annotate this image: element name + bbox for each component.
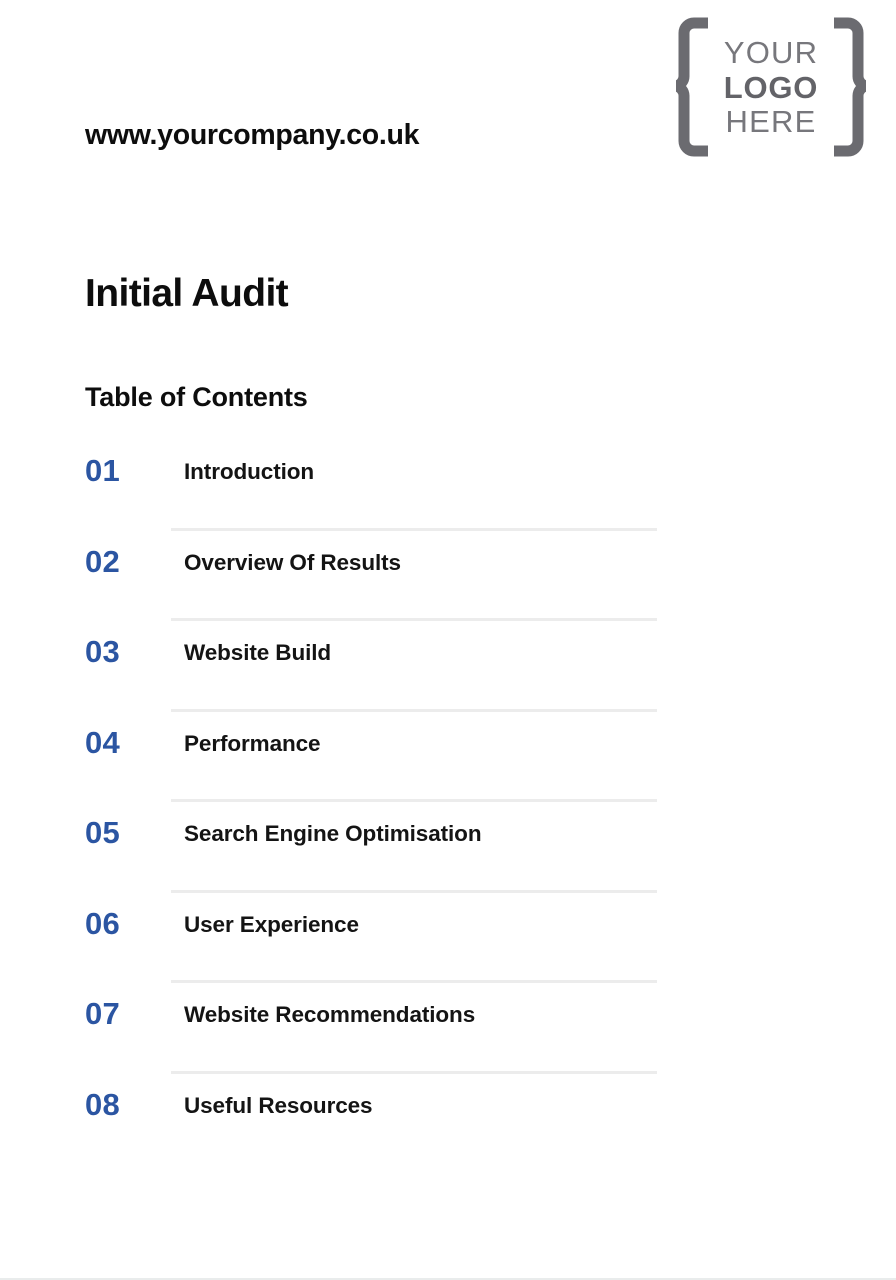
logo-placeholder: YOUR LOGO HERE [676, 17, 866, 157]
toc-entry-03[interactable]: 03 Website Build [0, 621, 896, 712]
toc-entry-number: 02 [85, 543, 120, 579]
table-of-contents: 01 Introduction 02 Overview Of Results 0… [0, 440, 896, 1164]
toc-entry-label: Website Build [184, 640, 332, 665]
toc-entry-06[interactable]: 06 User Experience [0, 893, 896, 983]
toc-entry-label: User Experience [184, 911, 359, 937]
toc-entry-number: 06 [85, 905, 120, 941]
toc-entry-05[interactable]: 05 Search Engine Optimisation [0, 802, 896, 893]
toc-entry-number: 07 [85, 996, 120, 1031]
toc-entry-label: Introduction [184, 459, 315, 484]
toc-entry-number: 05 [85, 815, 120, 850]
toc-entry-04[interactable]: 04 Performance [0, 712, 896, 802]
toc-entry-number: 03 [85, 634, 120, 669]
page-title: Initial Audit [85, 272, 289, 315]
table-of-contents-heading: Table of Contents [85, 382, 308, 412]
toc-entry-label: Overview Of Results [184, 549, 401, 575]
toc-entry-08[interactable]: 08 Useful Resources [0, 1074, 896, 1165]
logo-text-block: YOUR LOGO HERE [710, 23, 832, 151]
page-header: www.yourcompany.co.uk YOUR LOGO HERE [0, 0, 896, 190]
logo-line-your: YOUR [723, 35, 819, 70]
toc-entry-label: Performance [184, 730, 321, 756]
toc-entry-label: Search Engine Optimisation [184, 821, 482, 846]
toc-entry-number: 01 [85, 453, 120, 488]
toc-entry-label: Useful Resources [184, 1092, 373, 1118]
right-brace-icon [834, 17, 866, 157]
document-page: www.yourcompany.co.uk YOUR LOGO HERE Ini… [0, 0, 896, 1280]
site-url-text: www.yourcompany.co.uk [85, 119, 420, 151]
toc-entry-02[interactable]: 02 Overview Of Results [0, 531, 896, 621]
left-brace-icon [676, 17, 708, 157]
toc-entry-01[interactable]: 01 Introduction [0, 440, 896, 531]
toc-entry-number: 04 [85, 724, 120, 760]
toc-entry-label: Website Recommendations [184, 1002, 476, 1027]
logo-line-here: HERE [725, 104, 817, 139]
toc-entry-number: 08 [85, 1086, 120, 1122]
logo-line-logo: LOGO [723, 70, 819, 105]
toc-entry-07[interactable]: 07 Website Recommendations [0, 983, 896, 1074]
